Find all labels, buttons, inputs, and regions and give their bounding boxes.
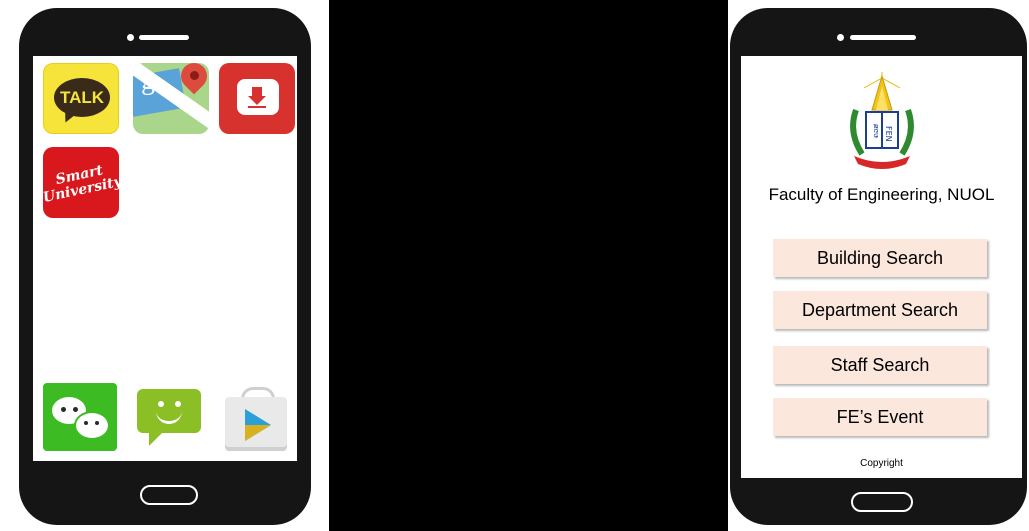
messaging-app-icon[interactable] (131, 383, 207, 454)
download-arrow-head (248, 96, 266, 105)
wechat-eye (73, 407, 78, 412)
phone-left: TALK g Smart University (19, 8, 311, 525)
fe-event-button[interactable]: FE’s Event (773, 398, 987, 436)
app-screen: ຄວສ FEN Faculty of Engineering, NUOL Bui… (741, 56, 1022, 478)
download-arrow-base (248, 106, 266, 108)
front-camera (837, 34, 844, 41)
smiley-eye (175, 401, 181, 407)
wechat-bubble-small (74, 411, 110, 440)
maps-g-letter: g (141, 65, 155, 96)
faculty-title: Faculty of Engineering, NUOL (768, 185, 995, 204)
wechat-eye (84, 421, 88, 425)
wechat-app-icon[interactable] (43, 383, 117, 451)
smart-university-label: Smart University (43, 161, 119, 206)
google-maps-app-icon[interactable]: g (133, 63, 209, 134)
front-camera (127, 34, 134, 41)
smart-university-app-icon[interactable]: Smart University (43, 147, 119, 218)
smiley-eye (158, 401, 164, 407)
kakaotalk-app-icon[interactable]: TALK (43, 63, 119, 134)
phone-right: ຄວສ FEN Faculty of Engineering, NUOL Bui… (730, 8, 1027, 525)
home-screen: TALK g Smart University (33, 56, 297, 461)
play-triangle-accent (245, 425, 271, 441)
right-panel: ຄວສ FEN Faculty of Engineering, NUOL Bui… (728, 0, 1029, 531)
wechat-eye (61, 407, 66, 412)
building-search-button[interactable]: Building Search (773, 239, 987, 277)
logo-right-text: FEN (884, 126, 893, 142)
wechat-eye (95, 421, 99, 425)
map-pin-dot (190, 71, 199, 80)
speaker-grille (139, 35, 189, 40)
home-button[interactable] (140, 485, 198, 505)
nuol-engineering-logo-icon: ຄວສ FEN (850, 72, 914, 169)
play-store-app-icon[interactable] (217, 383, 293, 454)
message-bubble-tail (149, 432, 163, 446)
logo-left-text: ຄວສ (872, 124, 880, 138)
left-panel: TALK g Smart University (0, 0, 329, 531)
department-search-button[interactable]: Department Search (773, 291, 987, 329)
speaker-grille (850, 35, 916, 40)
video-downloader-app-icon[interactable] (219, 63, 295, 134)
staff-search-button[interactable]: Staff Search (773, 346, 987, 384)
home-button[interactable] (851, 492, 913, 512)
copyright-text: Copyright (860, 458, 903, 469)
kakaotalk-label: TALK (54, 78, 110, 117)
